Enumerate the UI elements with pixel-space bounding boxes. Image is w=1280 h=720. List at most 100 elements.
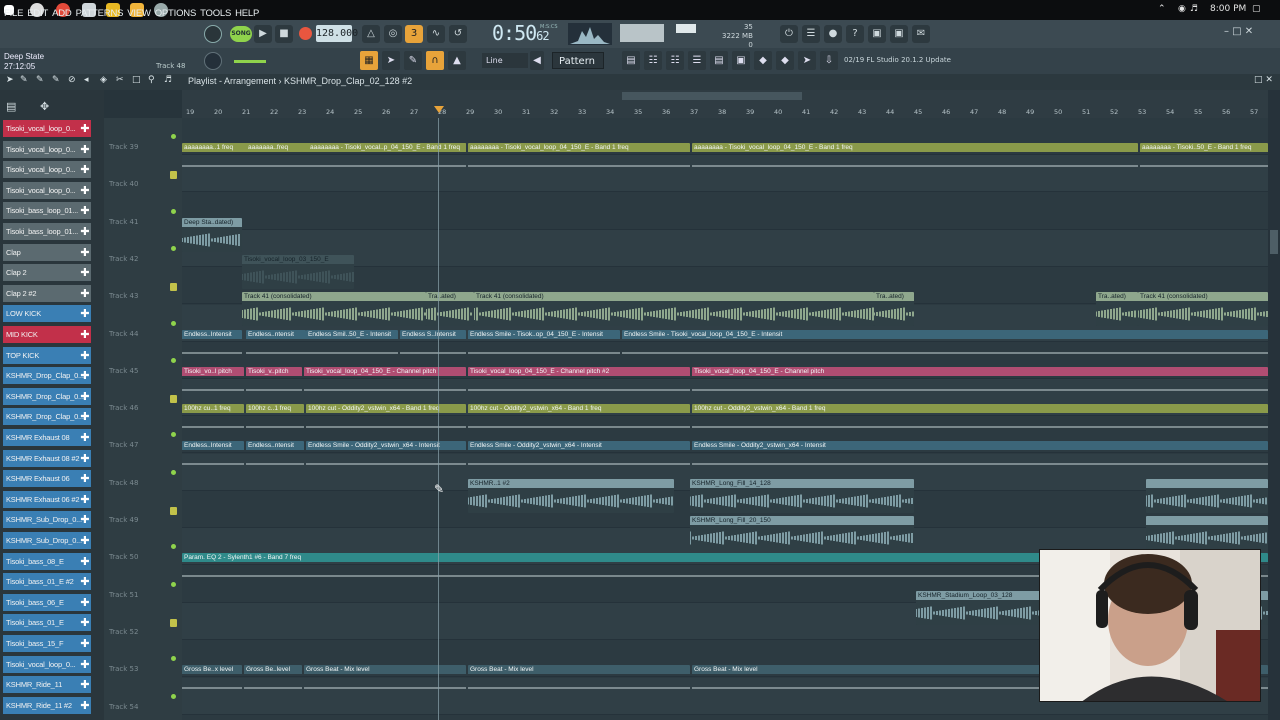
automation-clip[interactable]: Endless S..Intensit xyxy=(400,329,466,362)
channel-target-icon[interactable]: ✚ xyxy=(79,388,91,405)
tempo-display[interactable]: 128.000 xyxy=(316,25,358,42)
arrow-right-icon[interactable]: ➤ xyxy=(382,51,400,70)
track-lock-icon[interactable] xyxy=(170,283,177,292)
automation-clip[interactable]: 100hz cut - Oddity2_vstwin_x64 - Band 1 … xyxy=(468,404,690,436)
countdown-icon[interactable]: 3 xyxy=(405,25,423,43)
delete-tool-icon[interactable]: ⊘ xyxy=(68,75,76,85)
piano-roll-icon[interactable]: ☷ xyxy=(666,51,684,70)
window-controls[interactable]: – □ ✕ xyxy=(1224,26,1253,37)
record-button[interactable] xyxy=(299,27,312,40)
channel-button[interactable]: Tisoki_bass_15_F xyxy=(3,635,91,652)
channel-target-icon[interactable]: ✚ xyxy=(79,141,91,158)
pattern-selector[interactable]: Pattern 17 xyxy=(552,52,604,84)
automation-clip[interactable]: Endless..ntensit xyxy=(246,441,304,473)
help-icon[interactable]: ? xyxy=(846,25,864,43)
select-box-icon[interactable]: □ xyxy=(132,75,141,85)
channel-target-icon[interactable]: ✚ xyxy=(79,553,91,570)
automation-clip[interactable]: Endless Smile - Oddity2_vstwin_x64 - Int… xyxy=(692,441,1268,473)
automation-clip[interactable]: Endless Smile - Tisoki_vocal_loop_04_150… xyxy=(622,329,1268,362)
automation-clip[interactable]: Gross Be..x level xyxy=(182,665,242,697)
channel-target-icon[interactable]: ✚ xyxy=(79,532,91,549)
channel-button[interactable]: KSHMR_Ride_11 #2 xyxy=(3,696,91,714)
channel-target-icon[interactable]: ✚ xyxy=(79,202,91,219)
audio-clip[interactable]: Deep Sta..dated) xyxy=(182,217,242,252)
automation-clip[interactable]: 100hz cu..1 freq xyxy=(182,404,244,436)
play-button[interactable]: ▶ xyxy=(254,25,272,43)
automation-clip[interactable]: Endless Smile - Oddity2_vstwin_x64 - Int… xyxy=(468,441,690,473)
audio-clip[interactable]: Tra..ated) xyxy=(874,292,914,327)
download-icon[interactable]: ⇩ xyxy=(820,51,838,70)
track-lock-icon[interactable] xyxy=(170,507,177,515)
wait-input-icon[interactable]: ◎ xyxy=(384,25,402,43)
channel-target-icon[interactable]: ✚ xyxy=(79,635,91,652)
channel-target-icon[interactable]: ✚ xyxy=(79,182,91,199)
automation-clip[interactable]: aaaaaaa..freq xyxy=(246,143,306,175)
rack-options-icon[interactable]: ▤ xyxy=(6,100,16,113)
automation-clip[interactable]: Endless Smile - Oddity2_vstwin_x64 - Int… xyxy=(306,441,466,473)
channel-button[interactable]: Tisoki_vocal_loop_0... xyxy=(3,140,91,158)
channel-target-icon[interactable]: ✚ xyxy=(79,326,91,343)
audio-clip[interactable]: KSHMR_Long_Fill_14_128 xyxy=(690,478,914,513)
automation-clip[interactable]: aaaaaaaa - Tisoki_vocal_loop_04_150_E - … xyxy=(692,143,1138,175)
track-name[interactable]: Track 39 xyxy=(109,143,138,151)
track-name[interactable]: Track 40 xyxy=(109,180,138,188)
channel-target-icon[interactable]: ✚ xyxy=(79,656,91,673)
automation-clip[interactable]: Tisoki_vo..l pitch xyxy=(182,366,244,399)
channel-button[interactable]: Tisoki_bass_01_E #2 xyxy=(3,573,91,591)
zoom-icon[interactable]: ⚲ xyxy=(148,75,155,85)
channel-target-icon[interactable]: ✚ xyxy=(79,511,91,528)
channel-button[interactable]: Tisoki_vocal_loop_0... xyxy=(3,120,91,137)
track-name[interactable]: Track 43 xyxy=(109,292,138,300)
channel-target-icon[interactable]: ✚ xyxy=(79,470,91,487)
notifications-icon[interactable]: ▢ xyxy=(1252,4,1261,14)
channel-button[interactable]: LOW KICK xyxy=(3,305,91,323)
track-name[interactable]: Track 53 xyxy=(109,665,138,673)
playlist-icon[interactable]: ▤ xyxy=(622,51,640,70)
track-lock-icon[interactable] xyxy=(170,171,177,180)
track-mute-icon[interactable] xyxy=(171,581,176,587)
track-lock-icon[interactable] xyxy=(170,395,177,404)
speaker-icon[interactable]: ♬ xyxy=(164,75,172,85)
automation-clip[interactable]: Endless..ntensit xyxy=(246,329,306,362)
draw-tool-icon[interactable]: ✎ xyxy=(52,75,60,85)
track-name[interactable]: Track 44 xyxy=(109,330,138,338)
track-mute-icon[interactable] xyxy=(171,656,176,662)
channel-button[interactable]: Tisoki_bass_06_E xyxy=(3,593,91,611)
automation-clip[interactable]: aaaaaaaa - Tisoki_vocal..p_04_150_E - Ba… xyxy=(308,143,466,175)
channel-target-icon[interactable]: ✚ xyxy=(79,450,91,467)
automation-clip[interactable]: 100hz cut - Oddity2_vstwin_x64 - Band 1 … xyxy=(306,404,466,436)
automation-clip[interactable]: Tisoki_vocal_loop_04_150_E - Channel pit… xyxy=(692,366,1268,399)
track-name[interactable]: Track 45 xyxy=(109,367,138,375)
loop-record-icon[interactable]: ↺ xyxy=(449,25,467,43)
channel-button[interactable]: Tisoki_vocal_loop_0... xyxy=(3,655,91,673)
automation-clip[interactable]: aaaaaaaa - Tisoki_vocal_loop_04_150_E - … xyxy=(468,143,690,175)
automation-clip[interactable]: aaaaaaaa - Tisoki..50_E - Band 1 freq xyxy=(1140,143,1268,175)
timeline-ruler[interactable]: 19 20 21 22 23 24 25 26 27 28 29 30 31 32 33 34 35 36 37 38… xyxy=(182,90,1268,118)
playlist-toggle-icon[interactable]: ▦ xyxy=(360,51,378,70)
channel-rack-icon[interactable]: ☷ xyxy=(644,51,662,70)
track-name[interactable]: Track 46 xyxy=(109,404,138,412)
mute-tool-icon[interactable]: ◂ xyxy=(84,75,89,85)
channel-target-icon[interactable]: ✚ xyxy=(79,697,91,714)
track-name[interactable]: Track 47 xyxy=(109,441,138,449)
channel-target-icon[interactable]: ✚ xyxy=(79,161,91,178)
paint-tool-icon[interactable]: ✎ xyxy=(36,75,44,85)
playlist-window-controls[interactable]: □ ✕ xyxy=(1254,75,1273,85)
automation-clip[interactable]: Endless Smile - Tisok..op_04_150_E - Int… xyxy=(468,329,620,362)
audio-clip[interactable] xyxy=(1146,478,1268,513)
track-name[interactable]: Track 51 xyxy=(109,591,138,599)
audio-clip[interactable]: KSHMR..1 #2 xyxy=(468,478,674,513)
mixer-icon[interactable]: ☰ xyxy=(802,25,820,43)
track-mute-icon[interactable] xyxy=(171,544,176,550)
channel-button[interactable]: Clap xyxy=(3,243,91,261)
channel-target-icon[interactable]: ✚ xyxy=(79,676,91,693)
render-icon[interactable]: ▣ xyxy=(890,25,908,43)
channel-target-icon[interactable]: ✚ xyxy=(79,594,91,611)
channel-target-icon[interactable]: ✚ xyxy=(79,367,91,384)
pat-song-toggle-icon[interactable] xyxy=(204,25,222,43)
track-name[interactable]: Track 52 xyxy=(109,628,138,636)
automation-clip[interactable]: 100hz c..1 freq xyxy=(246,404,304,436)
channel-button[interactable]: KSHMR Exhaust 08 xyxy=(3,429,91,446)
channel-button[interactable]: KSHMR_Drop_Clap_0... xyxy=(3,408,91,426)
audio-clip[interactable]: Track 41 (consolidated) xyxy=(474,292,874,327)
